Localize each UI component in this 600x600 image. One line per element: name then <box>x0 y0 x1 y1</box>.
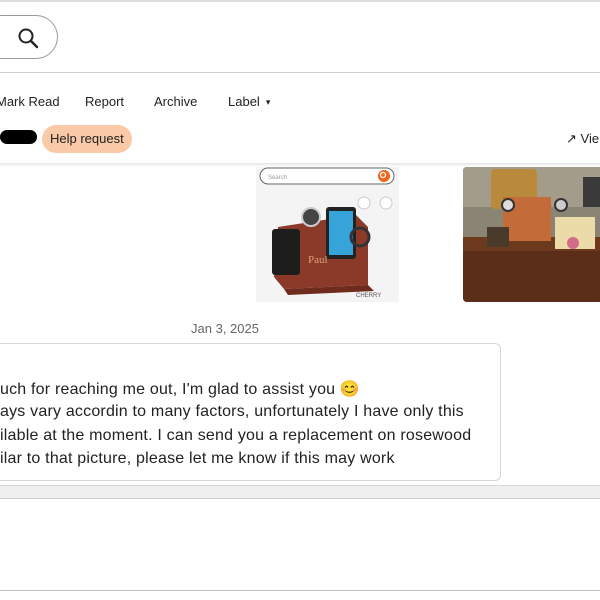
bottom-border <box>0 590 600 591</box>
report-button[interactable]: Report <box>85 94 124 109</box>
message-line-2: ays vary accordin to many factors, unfor… <box>0 403 464 420</box>
search-button[interactable] <box>0 15 58 59</box>
message-line-4: ilar to that picture, please let me know… <box>0 450 395 467</box>
label-dropdown[interactable]: Label ▾ <box>228 94 270 109</box>
view-link[interactable]: ↗ Vie <box>566 131 599 147</box>
product-engraving: Paul <box>308 254 328 266</box>
archive-button[interactable]: Archive <box>154 94 197 109</box>
product-image-2-graphic <box>463 167 600 302</box>
search-icon <box>18 28 39 49</box>
product-image-1-graphic: Search Paul CHERRY <box>256 167 399 302</box>
redacted-username <box>0 130 37 144</box>
message-date: Jan 3, 2025 <box>191 321 259 336</box>
product-caption: CHERRY <box>356 293 381 299</box>
mark-read-button[interactable]: Mark Read <box>0 94 60 109</box>
help-request-badge[interactable]: Help request <box>42 125 132 153</box>
message-line-3: ilable at the moment. I can send you a r… <box>0 427 472 444</box>
top-border <box>0 0 600 2</box>
product-image-2[interactable] <box>463 167 600 302</box>
chevron-down-icon: ▾ <box>265 97 271 107</box>
product-search-placeholder: Search <box>268 175 287 181</box>
product-image-1[interactable]: Search Paul CHERRY <box>256 167 399 302</box>
reply-area-divider <box>0 485 600 499</box>
message-line-1: uch for reaching me out, I'm glad to ass… <box>0 381 361 398</box>
label-dropdown-text: Label <box>228 94 260 109</box>
header-divider <box>0 72 600 73</box>
